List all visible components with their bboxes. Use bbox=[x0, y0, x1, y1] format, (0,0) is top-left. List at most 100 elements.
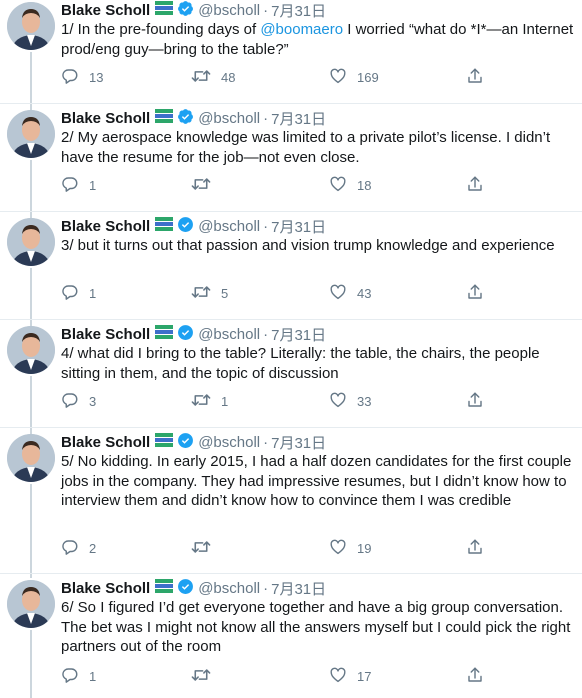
reply-button[interactable]: 1 bbox=[61, 283, 96, 303]
share-icon bbox=[466, 666, 484, 687]
like-button[interactable]: 19 bbox=[329, 538, 371, 558]
avatar[interactable] bbox=[7, 110, 55, 158]
tweet-date[interactable]: 7月31日 bbox=[271, 0, 326, 21]
retweet-icon bbox=[191, 538, 211, 559]
reply-count: 2 bbox=[89, 540, 97, 556]
share-icon bbox=[466, 175, 484, 196]
heart-icon bbox=[329, 67, 347, 88]
share-button[interactable] bbox=[466, 391, 484, 411]
like-button[interactable]: 33 bbox=[329, 391, 371, 411]
like-count: 43 bbox=[357, 285, 372, 301]
heart-icon bbox=[329, 538, 347, 559]
tweet-text: 4/ what did I bring to the table? Litera… bbox=[61, 345, 540, 382]
tweet[interactable]: Blake Scholl @bscholl · 7月31日 6/ So I fi… bbox=[0, 578, 582, 698]
author-handle[interactable]: @bscholl bbox=[198, 326, 260, 343]
reply-icon bbox=[61, 283, 79, 304]
tweet-actions: 2 19 bbox=[61, 538, 501, 558]
tweet-text: 3/ but it turns out that passion and vis… bbox=[61, 237, 555, 254]
tweet-date[interactable]: 7月31日 bbox=[271, 578, 326, 599]
like-count: 169 bbox=[357, 69, 379, 85]
tweet[interactable]: Blake Scholl @bscholl · 7月31日 5/ No kidd… bbox=[0, 432, 582, 574]
like-button[interactable]: 17 bbox=[329, 666, 371, 686]
retweet-icon bbox=[191, 175, 211, 196]
reply-count: 13 bbox=[89, 69, 104, 85]
author-name[interactable]: Blake Scholl bbox=[61, 326, 150, 343]
tweet-date[interactable]: 7月31日 bbox=[271, 324, 326, 345]
author-name[interactable]: Blake Scholl bbox=[61, 218, 150, 235]
avatar[interactable] bbox=[7, 2, 55, 50]
share-icon bbox=[466, 67, 484, 88]
tweet-actions: 3 1 33 bbox=[61, 391, 501, 411]
reply-button[interactable]: 1 bbox=[61, 666, 96, 686]
mention-link[interactable]: @boomaero bbox=[260, 21, 343, 38]
tweet-date[interactable]: 7月31日 bbox=[271, 216, 326, 237]
retweet-button[interactable] bbox=[191, 538, 221, 558]
author-handle[interactable]: @bscholl bbox=[198, 110, 260, 127]
share-button[interactable] bbox=[466, 538, 484, 558]
author-name[interactable]: Blake Scholl bbox=[61, 110, 150, 127]
flag-icon bbox=[155, 109, 174, 127]
like-button[interactable]: 43 bbox=[329, 283, 371, 303]
tweet[interactable]: Blake Scholl @bscholl · 7月31日 4/ what di… bbox=[0, 324, 582, 428]
share-button[interactable] bbox=[466, 175, 484, 195]
avatar[interactable] bbox=[7, 580, 55, 628]
tweet-text: 1/ In the pre-founding days of @boomaero… bbox=[61, 21, 574, 58]
reply-icon bbox=[61, 391, 79, 412]
like-count: 18 bbox=[357, 177, 372, 193]
reply-count: 1 bbox=[89, 177, 97, 193]
tweet-thread: Blake Scholl @bscholl · 7月31日 1/ In the … bbox=[0, 0, 582, 698]
author-handle[interactable]: @bscholl bbox=[198, 580, 260, 597]
reply-count: 1 bbox=[89, 668, 97, 684]
author-name[interactable]: Blake Scholl bbox=[61, 2, 150, 19]
retweet-button[interactable]: 5 bbox=[191, 283, 228, 303]
avatar[interactable] bbox=[7, 326, 55, 374]
flag-icon bbox=[155, 433, 174, 451]
retweet-button[interactable] bbox=[191, 666, 221, 686]
flag-icon bbox=[155, 579, 174, 597]
reply-button[interactable]: 13 bbox=[61, 67, 103, 87]
retweet-button[interactable] bbox=[191, 175, 221, 195]
author-handle[interactable]: @bscholl bbox=[198, 434, 260, 451]
like-count: 17 bbox=[357, 668, 372, 684]
tweet-date[interactable]: 7月31日 bbox=[271, 432, 326, 453]
author-name[interactable]: Blake Scholl bbox=[61, 434, 150, 451]
like-button[interactable]: 18 bbox=[329, 175, 371, 195]
reply-button[interactable]: 3 bbox=[61, 391, 96, 411]
verified-badge-icon bbox=[177, 578, 194, 599]
share-button[interactable] bbox=[466, 666, 484, 686]
retweet-count: 5 bbox=[221, 285, 229, 301]
author-name[interactable]: Blake Scholl bbox=[61, 580, 150, 597]
retweet-button[interactable]: 1 bbox=[191, 391, 228, 411]
heart-icon bbox=[329, 666, 347, 687]
like-button[interactable]: 169 bbox=[329, 67, 379, 87]
tweet-actions: 13 48 169 bbox=[61, 67, 501, 87]
flag-icon bbox=[155, 217, 174, 235]
share-icon bbox=[466, 283, 484, 304]
retweet-count: 48 bbox=[221, 69, 236, 85]
retweet-icon bbox=[191, 283, 211, 304]
author-handle[interactable]: @bscholl bbox=[198, 2, 260, 19]
retweet-button[interactable]: 48 bbox=[191, 67, 235, 87]
tweet[interactable]: Blake Scholl @bscholl · 7月31日 1/ In the … bbox=[0, 0, 582, 104]
heart-icon bbox=[329, 175, 347, 196]
like-count: 19 bbox=[357, 540, 372, 556]
reply-icon bbox=[61, 175, 79, 196]
avatar[interactable] bbox=[7, 218, 55, 266]
share-button[interactable] bbox=[466, 67, 484, 87]
flag-icon bbox=[155, 325, 174, 343]
verified-badge-icon bbox=[177, 432, 194, 453]
share-button[interactable] bbox=[466, 283, 484, 303]
retweet-count: 1 bbox=[221, 393, 229, 409]
reply-button[interactable]: 2 bbox=[61, 538, 96, 558]
tweet-actions: 1 5 43 bbox=[61, 283, 501, 303]
reply-button[interactable]: 1 bbox=[61, 175, 96, 195]
author-handle[interactable]: @bscholl bbox=[198, 218, 260, 235]
tweet-date[interactable]: 7月31日 bbox=[271, 108, 326, 129]
verified-badge-icon bbox=[177, 324, 194, 345]
tweet[interactable]: Blake Scholl @bscholl · 7月31日 2/ My aero… bbox=[0, 108, 582, 212]
reply-icon bbox=[61, 666, 79, 687]
verified-badge-icon bbox=[177, 216, 194, 237]
avatar[interactable] bbox=[7, 434, 55, 482]
tweet[interactable]: Blake Scholl @bscholl · 7月31日 3/ but it … bbox=[0, 216, 582, 320]
share-icon bbox=[466, 538, 484, 559]
